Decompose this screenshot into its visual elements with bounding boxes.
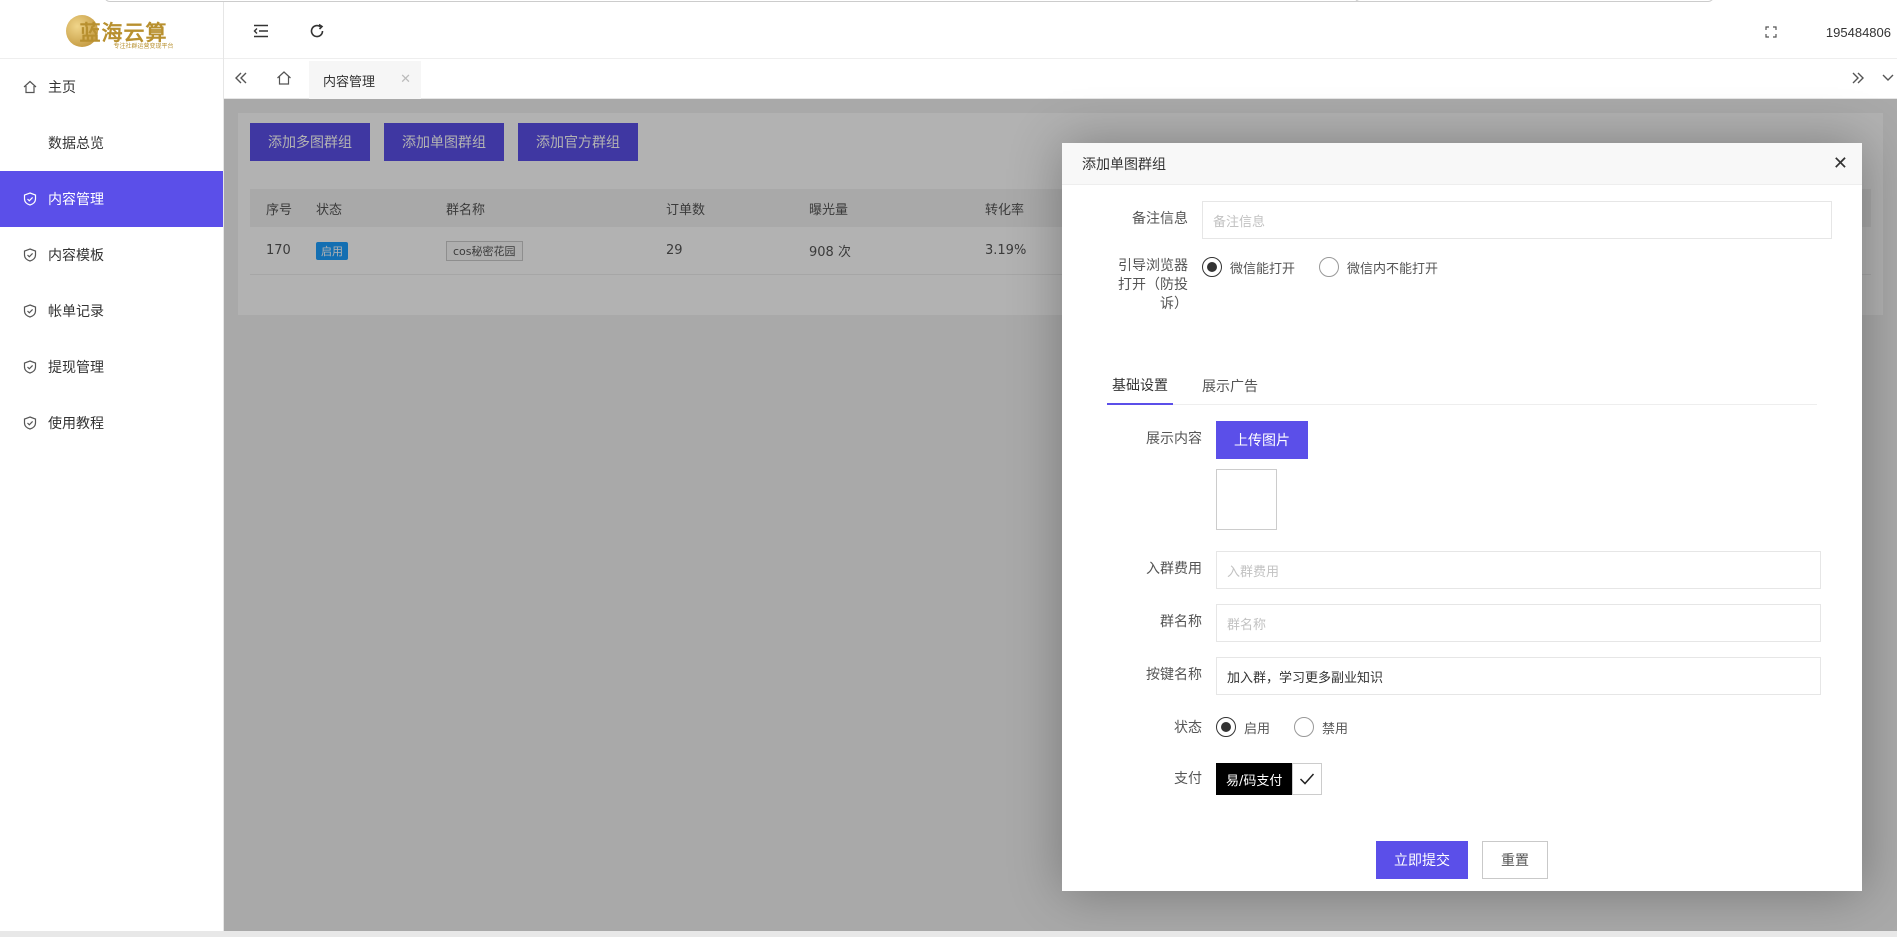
shield-check-icon: [22, 415, 38, 431]
tab-label: 内容管理: [323, 74, 376, 90]
top-bar: 195484806: [104, 0, 1897, 59]
radio-indicator: [1319, 257, 1340, 277]
group-name-row: 群名称 群名称: [1077, 604, 1821, 642]
image-preview[interactable]: [1216, 469, 1277, 530]
page-tabs-bar: 内容管理 ✕: [224, 59, 1897, 99]
status-label: 状态: [1174, 720, 1202, 736]
checkmark-icon: [1292, 763, 1323, 795]
browser-strip: [1354, 0, 1714, 2]
logo-subtitle: 专注社群运营变现平台: [113, 43, 174, 50]
group-name-label: 群名称: [1160, 614, 1202, 630]
sidebar-item-content-template[interactable]: 内容模板: [0, 227, 223, 283]
browser-open-label: 引导浏览器打开（防投诉）: [1118, 258, 1188, 312]
sidebar-item-label: 内容模板: [48, 248, 104, 264]
payment-label: 支付: [1174, 771, 1202, 787]
sidebar-item-bill-records[interactable]: 帐单记录: [0, 283, 223, 339]
sidebar-item-content-management[interactable]: 内容管理: [0, 171, 223, 227]
collapse-menu-icon[interactable]: [252, 22, 270, 40]
sidebar: 蓝海云算 专注社群运营变现平台 主页 数据总览 内容管理 内容模板 帐单记录 提…: [0, 0, 224, 937]
logo-mark: 蓝海云算 专注社群运营变现平台: [60, 7, 174, 51]
dialog-title: 添加单图群组: [1062, 143, 1862, 185]
sidebar-item-label: 内容管理: [48, 192, 104, 208]
sidebar-item-tutorial[interactable]: 使用教程: [0, 395, 223, 451]
sidebar-item-home[interactable]: 主页: [0, 59, 223, 115]
button-name-label: 按键名称: [1146, 667, 1202, 683]
shield-check-icon: [22, 247, 38, 263]
reset-button[interactable]: 重置: [1482, 840, 1548, 879]
fee-row: 入群费用 入群费用: [1077, 551, 1821, 589]
sidebar-item-label: 使用教程: [48, 416, 104, 432]
chevron-down-icon[interactable]: [1881, 69, 1895, 91]
upload-image-button[interactable]: 上传图片: [1216, 421, 1308, 459]
payment-row: 支付 易/码支付: [1077, 763, 1323, 795]
radio-label: 微信能打开: [1230, 261, 1296, 277]
tab-display-ads[interactable]: 展示广告: [1197, 367, 1263, 405]
radio-wechat-can-open[interactable]: 微信能打开: [1202, 257, 1295, 277]
sidebar-item-label: 提现管理: [48, 360, 104, 376]
button-name-row: 按键名称 加入群，学习更多副业知识: [1077, 657, 1821, 695]
sidebar-item-withdrawal[interactable]: 提现管理: [0, 339, 223, 395]
status-row: 状态 启用 禁用: [1077, 717, 1372, 738]
button-name-input[interactable]: 加入群，学习更多副业知识: [1216, 657, 1821, 695]
fee-input[interactable]: 入群费用: [1216, 551, 1821, 589]
radio-status-disabled[interactable]: 禁用: [1294, 717, 1348, 737]
browser-open-row: 引导浏览器打开（防投诉） 微信能打开 微信内不能打开: [1077, 257, 1462, 314]
window-bottom-edge: [0, 931, 1897, 937]
radio-label: 启用: [1244, 721, 1271, 737]
logo[interactable]: 蓝海云算 专注社群运营变现平台: [0, 0, 223, 59]
browser-strip: [104, 0, 1444, 2]
sidebar-item-label: 帐单记录: [48, 304, 104, 320]
radio-label: 微信内不能打开: [1347, 261, 1439, 277]
home-tab-icon[interactable]: [276, 70, 292, 90]
tab-content-management[interactable]: 内容管理 ✕: [309, 59, 421, 99]
remark-row: 备注信息 备注信息: [1077, 201, 1832, 239]
fee-label: 入群费用: [1146, 561, 1202, 577]
status-radios: 启用 禁用: [1216, 717, 1372, 737]
remark-label: 备注信息: [1132, 211, 1188, 227]
radio-wechat-cannot-open[interactable]: 微信内不能打开: [1319, 257, 1438, 277]
radio-indicator: [1216, 717, 1236, 737]
browser-open-radios: 微信能打开 微信内不能打开: [1202, 257, 1462, 277]
shield-check-icon: [22, 191, 38, 207]
username[interactable]: 195484806: [1826, 25, 1891, 40]
radio-label: 禁用: [1322, 721, 1349, 737]
sidebar-item-label: 数据总览: [48, 136, 104, 152]
payment-option-label: 易/码支付: [1216, 763, 1293, 795]
payment-option[interactable]: 易/码支付: [1216, 763, 1323, 795]
radio-status-enabled[interactable]: 启用: [1216, 717, 1270, 737]
radio-indicator: [1294, 717, 1315, 737]
sidebar-item-data-overview[interactable]: 数据总览: [0, 115, 223, 171]
dialog-body: 备注信息 备注信息 引导浏览器打开（防投诉） 微信能打开 微信内不能打开 基础设…: [1077, 201, 1847, 828]
refresh-icon[interactable]: [308, 22, 326, 40]
sidebar-menu: 主页 数据总览 内容管理 内容模板 帐单记录 提现管理 使用教程: [0, 59, 223, 451]
display-content-row: 展示内容 上传图片: [1077, 421, 1308, 459]
display-content-label: 展示内容: [1146, 431, 1202, 447]
dialog-footer: 立即提交 重置: [1062, 828, 1862, 891]
close-tab-icon[interactable]: ✕: [400, 72, 411, 87]
tab-basic-settings[interactable]: 基础设置: [1107, 367, 1173, 405]
tabs-scroll-right-icon[interactable]: [1849, 69, 1867, 91]
home-icon: [22, 79, 38, 95]
tabs-scroll-left-icon[interactable]: [232, 69, 250, 91]
shield-check-icon: [22, 303, 38, 319]
settings-tabs: 基础设置 展示广告: [1107, 367, 1817, 405]
sidebar-item-label: 主页: [48, 80, 76, 96]
submit-button[interactable]: 立即提交: [1376, 840, 1468, 879]
add-single-group-dialog: 添加单图群组 ✕ 备注信息 备注信息 引导浏览器打开（防投诉） 微信能打开 微信…: [1062, 143, 1862, 891]
close-icon[interactable]: ✕: [1833, 155, 1848, 173]
shield-check-icon: [22, 359, 38, 375]
group-name-input[interactable]: 群名称: [1216, 604, 1821, 642]
remark-input[interactable]: 备注信息: [1202, 201, 1832, 239]
fullscreen-icon[interactable]: [1765, 26, 1777, 42]
radio-indicator: [1202, 257, 1222, 277]
